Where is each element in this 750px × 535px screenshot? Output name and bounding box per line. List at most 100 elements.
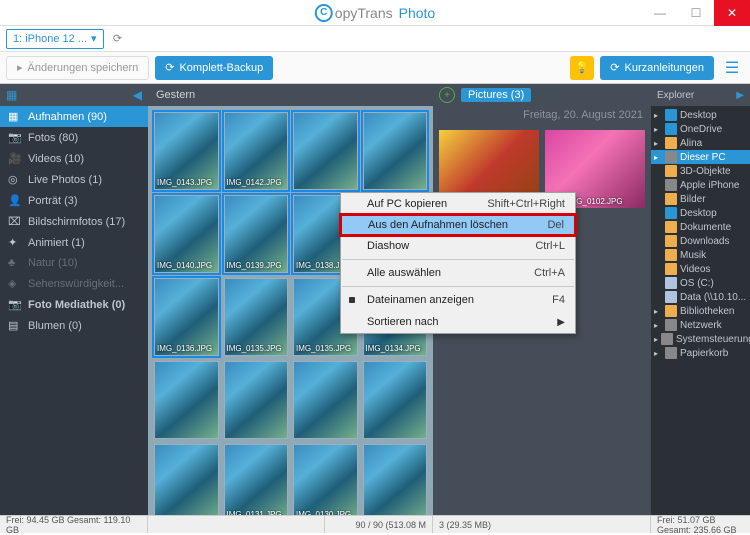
device-thumb[interactable]: IMG_0131.JPG bbox=[224, 444, 289, 515]
app-logo-icon: C bbox=[315, 4, 333, 22]
tree-node[interactable]: Bilder bbox=[651, 192, 750, 206]
tree-node[interactable]: ▸Bibliotheken bbox=[651, 304, 750, 318]
folder-icon bbox=[665, 179, 677, 191]
expand-icon: ▸ bbox=[654, 125, 662, 134]
sidebar-item-label: Porträt (3) bbox=[28, 195, 78, 207]
context-select-all[interactable]: Alle auswählen Ctrl+A bbox=[341, 262, 575, 284]
tree-node[interactable]: ▸OneDrive bbox=[651, 122, 750, 136]
folder-icon: ▤ bbox=[8, 319, 22, 332]
device-thumb[interactable] bbox=[363, 112, 428, 190]
library-icon: 📷 bbox=[8, 298, 22, 311]
context-menu: Auf PC kopieren Shift+Ctrl+Right Aus den… bbox=[340, 192, 576, 334]
submenu-arrow-icon: ▶ bbox=[557, 317, 565, 328]
sidebar-item-label: Live Photos (1) bbox=[28, 174, 102, 186]
folder-icon bbox=[665, 305, 677, 317]
context-copy-to-pc[interactable]: Auf PC kopieren Shift+Ctrl+Right bbox=[341, 193, 575, 215]
chevron-left-icon[interactable]: ◀ bbox=[133, 88, 142, 102]
sidebar-item[interactable]: 🎥Videos (10) bbox=[0, 148, 148, 169]
menu-button[interactable]: ☰ bbox=[720, 56, 744, 80]
tree-node[interactable]: Data (\\10.10... bbox=[651, 290, 750, 304]
thumb-label: IMG_0140.JPG bbox=[157, 261, 216, 270]
live-icon: ◎ bbox=[8, 173, 22, 186]
bullet-icon bbox=[349, 297, 355, 303]
sidebar-item[interactable]: 📷Fotos (80) bbox=[0, 127, 148, 148]
context-slideshow[interactable]: Diashow Ctrl+L bbox=[341, 235, 575, 257]
lightbulb-icon: 💡 bbox=[575, 61, 589, 74]
device-thumb[interactable]: IMG_0140.JPG bbox=[154, 195, 219, 273]
maximize-button[interactable]: ☐ bbox=[678, 0, 714, 26]
menu-shortcut: Ctrl+L bbox=[535, 240, 565, 252]
full-backup-button[interactable]: ⟳ Komplett-Backup bbox=[155, 56, 273, 80]
tree-node[interactable]: 3D-Objekte bbox=[651, 164, 750, 178]
folder-icon bbox=[665, 221, 677, 233]
status-pc-storage: Frei: 51.07 GB Gesamt: 235.66 GB bbox=[651, 516, 750, 533]
tree-node[interactable]: Downloads bbox=[651, 234, 750, 248]
device-thumb[interactable] bbox=[224, 361, 289, 439]
animated-icon: ✦ bbox=[8, 236, 22, 249]
status-bar: Frei: 94.45 GB Gesamt: 119.10 GB 90 / 90… bbox=[0, 515, 750, 533]
expand-icon: ▸ bbox=[654, 139, 662, 148]
sidebar-item[interactable]: ▤Blumen (0) bbox=[0, 315, 148, 336]
minimize-button[interactable]: — bbox=[642, 0, 678, 26]
device-thumb[interactable]: IMG_0139.JPG bbox=[224, 195, 289, 273]
images-icon: ▦ bbox=[8, 110, 22, 123]
device-thumb[interactable]: IMG_0136.JPG bbox=[154, 278, 219, 356]
tree-node[interactable]: Apple iPhone bbox=[651, 178, 750, 192]
device-selector[interactable]: 1: iPhone 12 ... ▾ bbox=[6, 29, 104, 49]
thumb-label: IMG_0136.JPG bbox=[157, 344, 216, 353]
context-delete-from-camera[interactable]: Aus den Aufnahmen löschen Del bbox=[340, 214, 576, 236]
tree-node[interactable]: ▸Netzwerk bbox=[651, 318, 750, 332]
device-thumb[interactable]: IMG_0143.JPG bbox=[154, 112, 219, 190]
sidebar-item[interactable]: ▦Aufnahmen (90) bbox=[0, 106, 148, 127]
sync-icon: ⟳ bbox=[610, 61, 619, 74]
device-thumb[interactable]: IMG_0130.JPG bbox=[293, 444, 358, 515]
explorer-tab-label[interactable]: Explorer bbox=[657, 90, 694, 101]
pictures-pill[interactable]: Pictures (3) bbox=[461, 88, 531, 102]
sidebar-item[interactable]: 👤Porträt (3) bbox=[0, 190, 148, 211]
folder-icon bbox=[665, 263, 677, 275]
tree-node[interactable]: Musik bbox=[651, 248, 750, 262]
context-show-filenames[interactable]: Dateinamen anzeigen F4 bbox=[341, 289, 575, 311]
tree-node[interactable]: Desktop bbox=[651, 206, 750, 220]
device-thumb[interactable]: IMG_0142.JPG bbox=[224, 112, 289, 190]
tree-node-label: Bilder bbox=[680, 194, 706, 205]
status-selection-right: 3 (29.35 MB) bbox=[433, 516, 651, 533]
folder-icon bbox=[665, 291, 677, 303]
context-sort-by[interactable]: Sortieren nach ▶ bbox=[341, 311, 575, 333]
tree-node[interactable]: ▸Systemsteuerung bbox=[651, 332, 750, 346]
sidebar-item[interactable]: 📷Foto Mediathek (0) bbox=[0, 294, 148, 315]
device-thumb[interactable] bbox=[363, 444, 428, 515]
sidebar-item[interactable]: ◎ Live Photos (1) bbox=[0, 169, 148, 190]
tree-node[interactable]: ▸Desktop bbox=[651, 108, 750, 122]
tree-node-label: OS (C:) bbox=[680, 278, 714, 289]
explorer-sidebar: Explorer ▶ ▸Desktop▸OneDrive▸Alina▸Diese… bbox=[651, 84, 750, 515]
device-thumb[interactable]: IMG_0135.JPG bbox=[224, 278, 289, 356]
tree-node[interactable]: ▸Alina bbox=[651, 136, 750, 150]
sidebar-item[interactable]: ✦Animiert (1) bbox=[0, 232, 148, 253]
folder-icon bbox=[665, 235, 677, 247]
expand-icon: ▸ bbox=[654, 111, 662, 120]
close-button[interactable]: ✕ bbox=[714, 0, 750, 26]
device-thumb[interactable] bbox=[154, 361, 219, 439]
thumb-label: IMG_0135.JPG bbox=[227, 344, 286, 353]
device-thumb[interactable] bbox=[154, 444, 219, 515]
sidebar-item[interactable]: ◈Sehenswürdigkeit... bbox=[0, 273, 148, 294]
tree-node[interactable]: Dokumente bbox=[651, 220, 750, 234]
save-changes-button[interactable]: ▸ Änderungen speichern bbox=[6, 56, 149, 80]
sidebar-item[interactable]: ⌧Bildschirmfotos (17) bbox=[0, 211, 148, 232]
folder-icon bbox=[665, 165, 677, 177]
refresh-button[interactable]: ⟳ bbox=[108, 29, 128, 49]
add-button[interactable]: + bbox=[439, 87, 455, 103]
tree-node[interactable]: OS (C:) bbox=[651, 276, 750, 290]
screenshot-icon: ⌧ bbox=[8, 215, 22, 228]
sidebar-item[interactable]: ♣Natur (10) bbox=[0, 253, 148, 273]
tip-button[interactable]: 💡 bbox=[570, 56, 594, 80]
chevron-right-icon[interactable]: ▶ bbox=[736, 90, 744, 101]
device-thumb[interactable] bbox=[363, 361, 428, 439]
device-thumb[interactable] bbox=[293, 112, 358, 190]
tree-node[interactable]: ▸Dieser PC bbox=[651, 150, 750, 164]
tree-node[interactable]: Videos bbox=[651, 262, 750, 276]
tree-node[interactable]: ▸Papierkorb bbox=[651, 346, 750, 360]
quickguides-button[interactable]: ⟳ Kurzanleitungen bbox=[600, 56, 714, 80]
device-thumb[interactable] bbox=[293, 361, 358, 439]
